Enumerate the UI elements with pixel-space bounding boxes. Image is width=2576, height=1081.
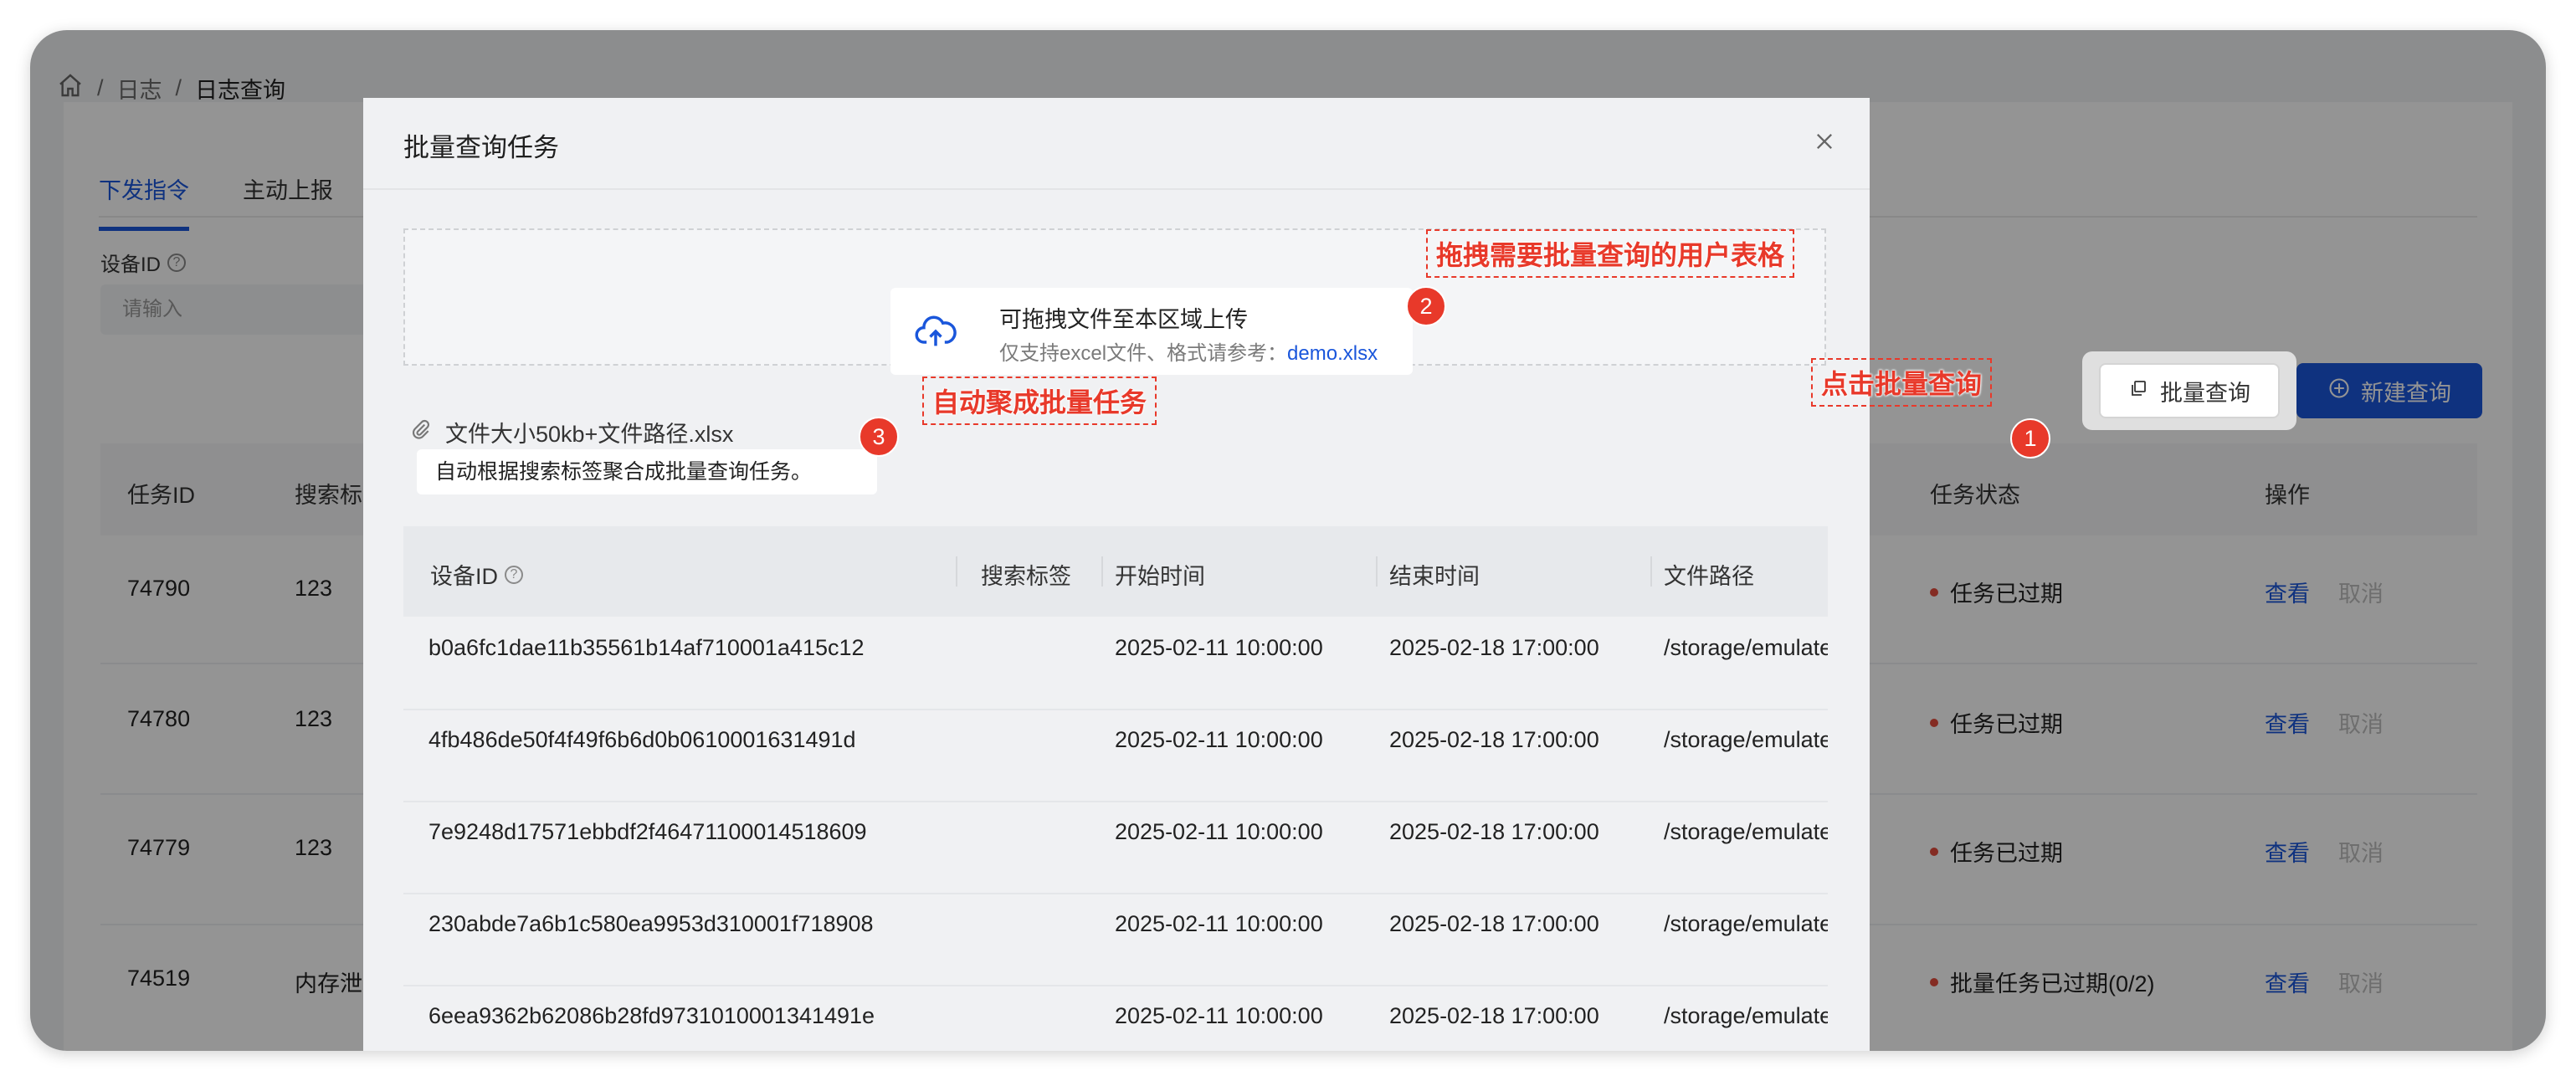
end-time-cell: 2025-02-18 17:00:00	[1389, 635, 1599, 660]
help-icon[interactable]: ?	[505, 565, 523, 584]
app-window: / 日志 / 日志查询 下发指令 主动上报 设备ID ? 请输入 新建查询 任务…	[30, 30, 2546, 1051]
demo-file-link[interactable]: demo.xlsx	[1287, 342, 1378, 365]
annotation-badge-3: 3	[859, 417, 899, 457]
upload-title: 可拖拽文件至本区域上传	[999, 307, 1248, 332]
device-id-cell: 6eea9362b62086b28fd9731010001341491e	[428, 1003, 875, 1028]
column-header-search-tag: 搜索标签	[981, 564, 1071, 589]
paperclip-icon	[410, 418, 432, 446]
copy-icon	[2128, 378, 2148, 404]
row-divider	[403, 709, 1828, 710]
row-divider	[403, 893, 1828, 894]
annotation-label-2: 拖拽需要批量查询的用户表格	[1426, 229, 1795, 278]
column-header-device-id-text: 设备ID	[430, 564, 498, 589]
column-header-device-id: 设备ID?	[430, 558, 523, 591]
column-separator	[956, 556, 957, 587]
device-id-cell: 230abde7a6b1c580ea9953d310001f718908	[428, 911, 874, 936]
upload-subtitle-text: 仅支持excel文件、格式请参考：	[999, 342, 1288, 365]
annotation-badge-2: 2	[1406, 286, 1446, 326]
start-time-cell: 2025-02-11 10:00:00	[1115, 635, 1323, 660]
column-header-file-path: 文件路径	[1664, 564, 1754, 589]
file-path-cell: /storage/emulated	[1664, 911, 1828, 936]
column-separator	[1376, 556, 1378, 587]
aggregation-tip: 自动根据搜索标签聚合成批量查询任务。	[417, 449, 877, 494]
end-time-cell: 2025-02-18 17:00:00	[1389, 911, 1599, 936]
row-divider	[403, 985, 1828, 986]
dialog-divider	[363, 188, 1870, 190]
start-time-cell: 2025-02-11 10:00:00	[1115, 819, 1323, 844]
start-time-cell: 2025-02-11 10:00:00	[1115, 1003, 1323, 1028]
upload-hint: 可拖拽文件至本区域上传 仅支持excel文件、格式请参考：demo.xlsx	[890, 288, 1413, 375]
column-header-end-time: 结束时间	[1389, 564, 1480, 589]
device-id-cell: 4fb486de50f4f49f6b6d0b0610001631491d	[428, 727, 856, 752]
uploaded-file: 文件大小50kb+文件路径.xlsx	[410, 416, 733, 448]
annotation-badge-1: 1	[2010, 418, 2050, 459]
start-time-cell: 2025-02-11 10:00:00	[1115, 727, 1323, 752]
column-separator	[1101, 556, 1103, 587]
file-path-cell: /storage/emulated	[1664, 1003, 1828, 1028]
uploaded-file-name[interactable]: 文件大小50kb+文件路径.xlsx	[445, 416, 733, 448]
annotation-label-1: 点击批量查询	[1811, 358, 1993, 407]
end-time-cell: 2025-02-18 17:00:00	[1389, 819, 1599, 844]
device-id-cell: b0a6fc1dae11b35561b14af710001a415c12	[428, 635, 865, 660]
preview-table: 设备ID? 搜索标签 开始时间 结束时间 文件路径 b0a6fc1dae11b3…	[403, 526, 1828, 1051]
dialog-title: 批量查询任务	[403, 133, 559, 162]
batch-query-label: 批量查询	[2160, 380, 2250, 406]
end-time-cell: 2025-02-18 17:00:00	[1389, 1003, 1599, 1028]
end-time-cell: 2025-02-18 17:00:00	[1389, 727, 1599, 752]
file-path-cell: /storage/emulated	[1664, 819, 1828, 844]
file-path-cell: /storage/emulated	[1664, 635, 1828, 660]
column-separator	[1650, 556, 1652, 587]
row-divider	[403, 801, 1828, 802]
file-path-cell: /storage/emulated	[1664, 727, 1828, 752]
batch-query-button[interactable]: 批量查询	[2099, 363, 2280, 418]
upload-subtitle: 仅支持excel文件、格式请参考：demo.xlsx	[999, 336, 1378, 366]
close-icon[interactable]	[1813, 130, 1836, 153]
cloud-upload-icon	[915, 315, 957, 346]
start-time-cell: 2025-02-11 10:00:00	[1115, 911, 1323, 936]
device-id-cell: 7e9248d17571ebbdf2f46471100014518609	[428, 819, 867, 844]
annotation-label-3: 自动聚成批量任务	[922, 377, 1157, 425]
column-header-start-time: 开始时间	[1115, 564, 1205, 589]
